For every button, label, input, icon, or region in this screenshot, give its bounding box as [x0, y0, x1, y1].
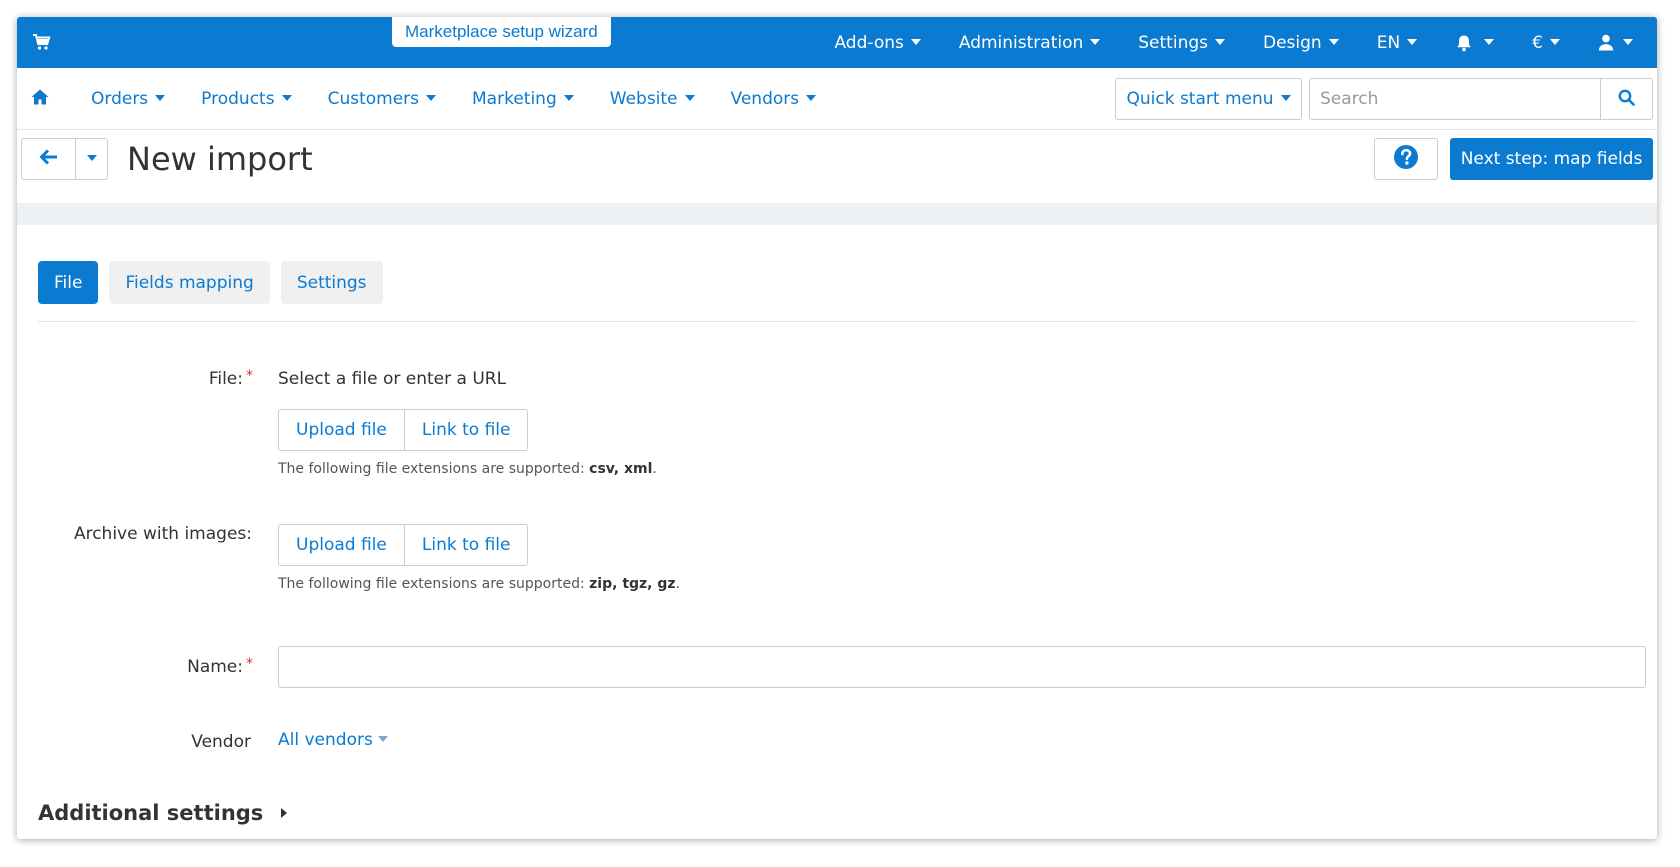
topnav-language-label: EN	[1376, 32, 1401, 53]
nav-vendors-label: Vendors	[730, 89, 800, 109]
required-mark: *	[246, 368, 253, 384]
page-header: New import Next step: map fields	[17, 130, 1657, 203]
chevron-down-icon	[1407, 38, 1418, 45]
chevron-down-icon	[1215, 38, 1225, 45]
form-labels: File: * Archive with images: Name: * Vendo…	[17, 17, 253, 839]
file-source-buttons: Upload file Link to file	[278, 409, 529, 451]
chevron-down-icon	[1623, 38, 1633, 45]
topnav-administration[interactable]: Administration	[940, 17, 1119, 68]
file-prompt: Select a file or enter a URL	[278, 369, 507, 389]
search-box	[1309, 78, 1653, 120]
topnav-addons-label: Add-ons	[834, 32, 904, 53]
topnav-currency-label: €	[1532, 32, 1543, 53]
search-button[interactable]	[1600, 79, 1652, 119]
topnav-settings-label: Settings	[1138, 32, 1208, 53]
file-upload-button[interactable]: Upload file	[279, 410, 404, 450]
archive-upload-button[interactable]: Upload file	[279, 525, 404, 565]
name-label-text: Name:	[187, 657, 243, 677]
nav-vendors[interactable]: Vendors	[713, 89, 835, 109]
hint-period: .	[675, 576, 680, 592]
file-hint-prefix: The following file extensions are suppor…	[278, 461, 590, 477]
nav-website[interactable]: Website	[592, 89, 713, 109]
file-label: File: *	[208, 368, 253, 389]
name-label: Name: *	[187, 656, 253, 677]
file-label-text: File:	[208, 369, 243, 389]
topnav-user[interactable]	[1579, 17, 1657, 68]
vendor-select[interactable]: All vendors	[278, 730, 388, 750]
topnav-currency[interactable]: €	[1513, 17, 1579, 68]
vendor-select-value: All vendors	[278, 730, 373, 750]
top-bar: Marketplace setup wizard Add-ons Adminis…	[17, 17, 1657, 68]
app-window: Marketplace setup wizard Add-ons Adminis…	[17, 17, 1657, 839]
bell-icon	[1455, 34, 1473, 52]
additional-settings-toggle[interactable]: Additional settings	[38, 801, 288, 825]
topnav-administration-label: Administration	[958, 32, 1084, 53]
topnav-addons[interactable]: Add-ons	[815, 17, 939, 68]
top-nav: Add-ons Administration Settings Design E…	[815, 17, 1657, 68]
chevron-down-icon	[1280, 95, 1291, 101]
quick-start-menu-label: Quick start menu	[1126, 89, 1274, 109]
marketplace-setup-wizard-button[interactable]: Marketplace setup wizard	[392, 17, 611, 47]
topnav-design-label: Design	[1263, 32, 1322, 53]
question-circle-icon	[1393, 144, 1419, 174]
nav-customers-label: Customers	[327, 89, 420, 109]
main-nav-bar: Orders Products Customers Marketing Webs…	[17, 68, 1657, 130]
chevron-down-icon	[1484, 38, 1495, 45]
archive-link-button[interactable]: Link to file	[403, 525, 528, 565]
name-input[interactable]	[278, 646, 1646, 688]
hint-period: .	[652, 461, 657, 477]
file-hint-extensions: csv, xml	[589, 461, 653, 477]
chevron-down-icon	[1328, 38, 1339, 45]
chevron-down-icon	[281, 95, 292, 101]
nav-website-label: Website	[609, 89, 678, 109]
chevron-down-icon	[377, 736, 388, 742]
chevron-down-icon	[684, 95, 695, 101]
next-step-map-fields-button[interactable]: Next step: map fields	[1450, 138, 1653, 180]
search-icon	[1618, 89, 1635, 110]
chevron-down-icon	[910, 38, 921, 45]
archive-label: Archive with images:	[73, 524, 252, 544]
chevron-right-icon	[281, 808, 288, 818]
nav-customers[interactable]: Customers	[310, 89, 454, 109]
archive-extensions-hint: The following file extensions are suppor…	[278, 576, 680, 592]
topnav-settings[interactable]: Settings	[1119, 17, 1244, 68]
required-mark: *	[246, 656, 253, 672]
chevron-down-icon	[806, 95, 817, 101]
chevron-down-icon	[1090, 38, 1101, 45]
divider-strip	[17, 203, 1657, 225]
topnav-language[interactable]: EN	[1358, 17, 1436, 68]
tab-settings[interactable]: Settings	[280, 261, 383, 304]
archive-source-buttons: Upload file Link to file	[278, 524, 529, 566]
additional-settings-label: Additional settings	[38, 801, 264, 825]
vendor-label: Vendor	[191, 732, 251, 752]
archive-hint-extensions: zip, tgz, gz	[589, 576, 676, 592]
help-button[interactable]	[1374, 138, 1438, 180]
file-extensions-hint: The following file extensions are suppor…	[278, 461, 657, 477]
topnav-design[interactable]: Design	[1244, 17, 1358, 68]
quick-start-menu-button[interactable]: Quick start menu	[1115, 78, 1302, 120]
nav-marketing-label: Marketing	[472, 89, 557, 109]
tabs-divider	[38, 321, 1637, 322]
chevron-down-icon	[1550, 38, 1560, 45]
topnav-notifications[interactable]	[1436, 17, 1513, 68]
chevron-down-icon	[563, 95, 574, 101]
chevron-down-icon	[426, 95, 437, 101]
nav-marketing[interactable]: Marketing	[454, 89, 592, 109]
search-input[interactable]	[1310, 79, 1600, 119]
file-link-button[interactable]: Link to file	[403, 410, 528, 450]
archive-hint-prefix: The following file extensions are suppor…	[278, 576, 590, 592]
user-icon	[1598, 34, 1614, 51]
